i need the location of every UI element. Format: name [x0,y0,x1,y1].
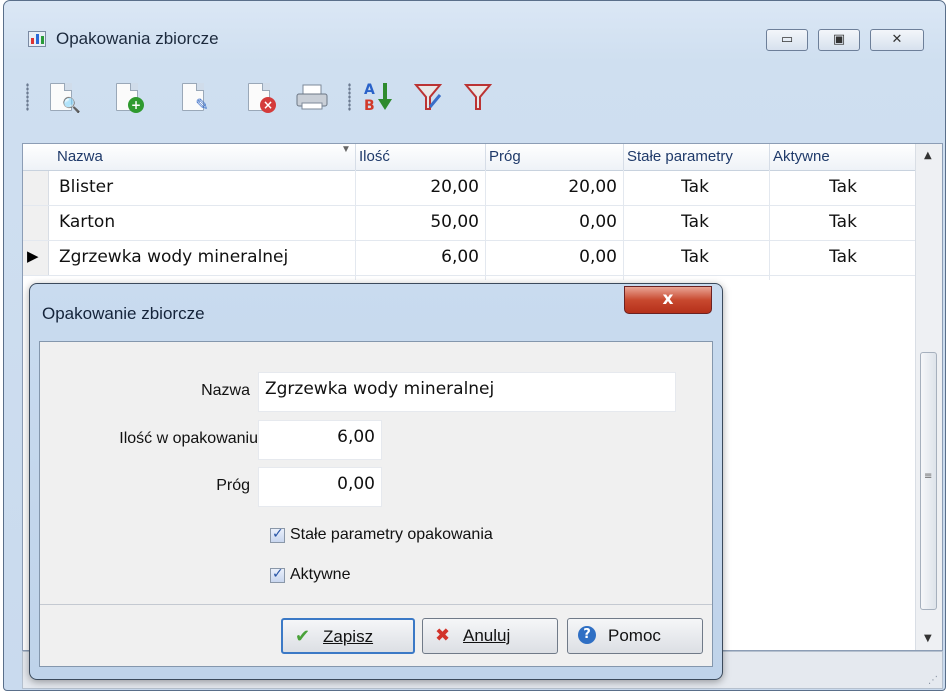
window-title: Opakowania zbiorcze [56,29,219,48]
delete-button[interactable]: × [240,77,278,117]
checkmark-icon: ✔ [295,626,311,647]
help-icon: ? [578,626,596,644]
cell-quantity: 50,00 [430,212,479,232]
cell-threshold: 0,00 [579,247,617,267]
help-button[interactable]: ? Pomoc [567,618,703,654]
svg-text:B: B [364,98,375,114]
table-row[interactable]: Karton 50,00 0,00 Tak Tak [23,206,916,241]
cancel-label: Anuluj [463,626,511,645]
grid-header: Nazwa ▼ Ilość Próg Stałe parametry Aktyw… [23,144,942,171]
cell-active: Tak [829,177,857,197]
cell-name: Karton [59,212,116,232]
checkmark-icon: ✓ [272,566,284,582]
save-button[interactable]: ✔ Zapisz [281,618,415,654]
cell-threshold: 20,00 [568,177,617,197]
maximize-button[interactable]: ▣ [818,29,860,51]
vertical-scrollbar[interactable]: ▲ ≡ ▼ [915,144,942,650]
current-row-arrow-icon: ▶ [27,247,39,265]
resize-grip-icon[interactable]: ⋰ [928,675,938,686]
threshold-field[interactable]: 0,00 [258,467,382,507]
restore-icon: ▣ [832,32,846,47]
fixed-params-checkbox[interactable]: ✓ [270,526,285,543]
filter-edit-icon [413,84,443,110]
packaging-dialog: Opakowanie zbiorcze x Nazwa Zgrzewka wod… [29,283,723,680]
print-button[interactable] [292,77,330,117]
minimize-button[interactable]: ▭ [766,29,808,51]
active-checkbox[interactable]: ✓ [270,566,285,583]
print-icon [296,84,328,110]
cell-active: Tak [829,247,857,267]
dialog-body: Nazwa Zgrzewka wody mineralnej Ilość w o… [39,341,713,667]
cell-threshold: 0,00 [579,212,617,232]
name-label: Nazwa [201,382,250,399]
column-header-fixed-params[interactable]: Stałe parametry [627,148,733,165]
toolbar: 🔍 + ✎ × A B [26,77,926,117]
dialog-title: Opakowanie zbiorcze [42,304,205,323]
minimize-icon: ▭ [780,32,794,47]
cell-quantity: 6,00 [441,247,479,267]
svg-text:A: A [364,82,375,98]
toolbar-grip[interactable] [26,83,29,111]
add-button[interactable]: + [108,77,146,117]
row-indicator[interactable] [23,171,49,205]
dialog-close-button[interactable]: x [624,286,712,314]
scroll-down-icon[interactable]: ▼ [924,633,932,644]
app-icon [28,31,46,47]
cell-fixed-params: Tak [681,247,709,267]
checkmark-icon: ✓ [272,526,284,542]
sort-az-icon: A B [364,82,392,114]
scrollbar-thumb[interactable]: ≡ [920,352,937,610]
table-row[interactable]: Blister 20,00 20,00 Tak Tak [23,171,916,206]
fixed-params-label[interactable]: Stałe parametry opakowania [290,526,493,544]
cross-icon: ✖ [435,625,451,646]
title-bar[interactable]: Opakowania zbiorcze ▭ ▣ ✕ [4,1,945,51]
save-label: Zapisz [323,627,374,646]
threshold-label: Próg [216,477,250,494]
name-field[interactable]: Zgrzewka wody mineralnej [258,372,676,412]
cancel-button[interactable]: ✖ Anuluj [422,618,558,654]
cell-active: Tak [829,212,857,232]
active-label[interactable]: Aktywne [290,566,350,584]
scroll-up-icon[interactable]: ▲ [924,150,932,161]
grip-lines-icon: ≡ [924,471,933,482]
preview-button[interactable]: 🔍 [42,77,81,117]
cell-fixed-params: Tak [681,212,709,232]
sort-button[interactable]: A B [360,77,398,117]
quantity-field[interactable]: 6,00 [258,420,382,460]
filter-icon [463,84,493,110]
cell-name: Blister [59,177,114,197]
toolbar-separator [348,83,351,111]
column-header-quantity[interactable]: Ilość [359,148,390,165]
help-label: Pomoc [608,626,661,645]
close-icon: ✕ [891,32,903,47]
quantity-label: Ilość w opakowaniu [119,430,258,447]
edit-button[interactable]: ✎ [174,77,212,117]
column-header-threshold[interactable]: Próg [489,148,521,165]
dialog-separator [40,604,712,605]
edit-filter-button[interactable] [410,77,448,117]
cell-fixed-params: Tak [681,177,709,197]
cell-quantity: 20,00 [430,177,479,197]
close-icon: x [662,289,674,309]
filter-button[interactable] [460,77,498,117]
column-header-active[interactable]: Aktywne [773,148,830,165]
cell-name: Zgrzewka wody mineralnej [59,247,289,267]
column-header-name[interactable]: Nazwa [57,148,103,165]
sort-indicator-icon: ▼ [341,144,351,155]
table-row-selected[interactable]: ▶ Zgrzewka wody mineralnej 6,00 0,00 Tak… [23,241,916,276]
close-button[interactable]: ✕ [870,29,924,51]
row-indicator[interactable] [23,206,49,240]
row-indicator[interactable]: ▶ [23,241,49,275]
